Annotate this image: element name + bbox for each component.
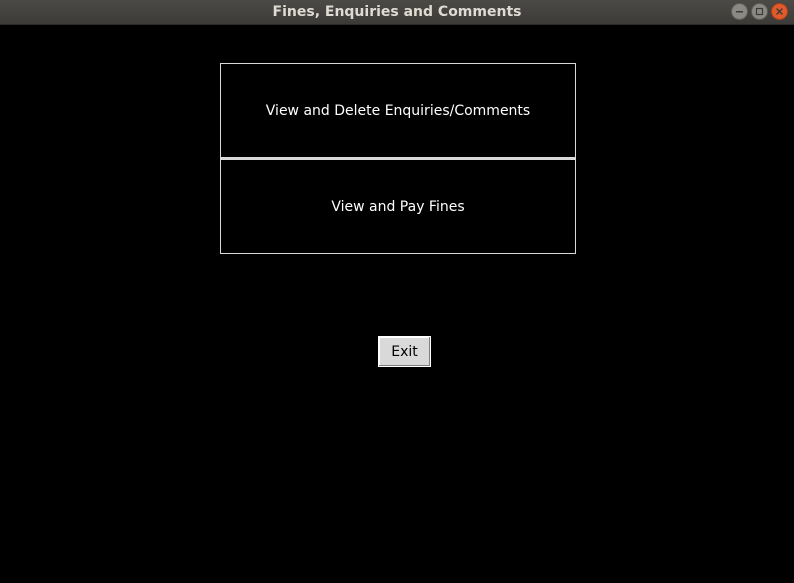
- app-window: Fines, Enquiries and Comments View and D…: [0, 0, 794, 583]
- close-button[interactable]: [771, 3, 788, 20]
- minimize-icon: [735, 7, 744, 16]
- view-pay-fines-button[interactable]: View and Pay Fines: [220, 158, 576, 254]
- exit-button[interactable]: Exit: [378, 336, 431, 367]
- window-title: Fines, Enquiries and Comments: [272, 4, 522, 20]
- minimize-button[interactable]: [731, 3, 748, 20]
- maximize-button[interactable]: [751, 3, 768, 20]
- view-delete-enquiries-label: View and Delete Enquiries/Comments: [265, 102, 531, 119]
- close-icon: [775, 7, 784, 16]
- maximize-icon: [755, 7, 764, 16]
- main-content: View and Delete Enquiries/Comments View …: [0, 25, 794, 583]
- view-pay-fines-label: View and Pay Fines: [331, 198, 465, 215]
- exit-label: Exit: [391, 343, 418, 360]
- title-bar[interactable]: Fines, Enquiries and Comments: [0, 0, 794, 25]
- view-delete-enquiries-button[interactable]: View and Delete Enquiries/Comments: [220, 63, 576, 158]
